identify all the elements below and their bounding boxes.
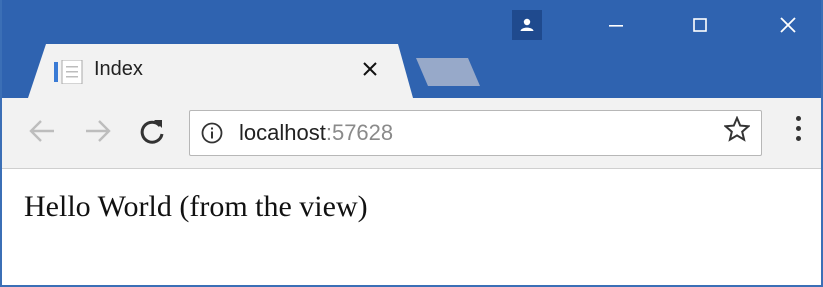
page-icon [54,59,84,89]
url-text[interactable]: localhost:57628 [239,120,393,146]
window-close-button[interactable] [766,10,810,40]
forward-button[interactable] [84,118,112,150]
url-port: :57628 [325,120,394,145]
menu-button[interactable] [788,116,808,141]
url-host: localhost [239,120,326,145]
reload-button[interactable] [138,118,166,152]
close-icon [780,17,796,33]
maximize-button[interactable] [678,10,722,40]
page-content-text: Hello World (from the view) [24,190,368,223]
minimize-button[interactable] [594,10,638,40]
bookmark-button[interactable] [723,115,751,149]
arrow-right-icon [86,120,111,142]
profile-button[interactable] [512,10,542,40]
back-button[interactable] [28,118,56,150]
arrow-left-icon [29,120,54,142]
maximize-icon [693,18,707,32]
tab-close-button[interactable] [362,56,378,84]
tab-title: Index [94,58,143,80]
browser-window: Index localhost:57628 Hello World (from … [0,0,823,287]
star-icon [723,115,751,142]
close-icon [363,62,377,76]
kebab-menu-icon [795,116,801,121]
person-icon [520,18,534,31]
tab-index[interactable] [28,44,413,98]
reload-icon [140,120,164,144]
minimize-icon [609,25,623,27]
info-icon[interactable] [201,122,223,149]
